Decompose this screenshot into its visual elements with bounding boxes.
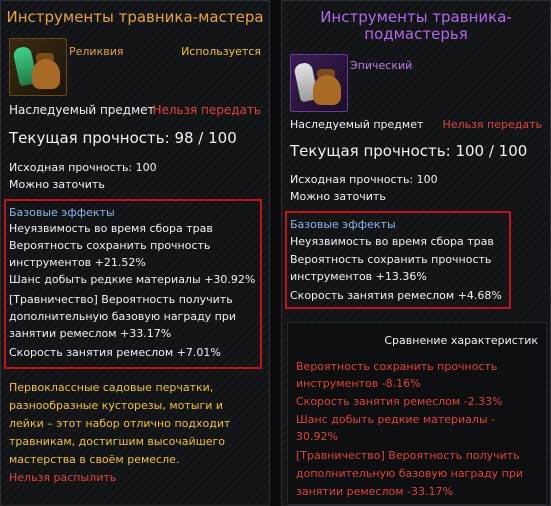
no-disenchant-label: Нельзя распылить (9, 471, 117, 484)
effect-line: занятии ремеслом +33.17% (9, 327, 172, 340)
description-line: лейки – этот набор отлично подходит (9, 417, 231, 430)
effect-line: инструментов +13.36% (290, 270, 427, 283)
comparison-line: инструментов -8.16% (296, 377, 421, 390)
comparison-title: Сравнение характеристик (384, 334, 538, 347)
effect-line: [Травничество] Вероятность получить (9, 293, 233, 306)
sharpen-label: Можно заточить (9, 178, 105, 191)
comparison-line: Вероятность сохранить прочность (296, 360, 498, 373)
base-durability: Исходная прочность: 100 (290, 173, 438, 186)
current-durability: Текущая прочность: 100 / 100 (290, 142, 528, 160)
tooltip-panel-master: Инструменты травника-мастера Реликвия Ис… (0, 0, 270, 506)
comparison-line: 30.92% (296, 430, 338, 443)
comparison-line: [Травничество] Вероятность получить (296, 449, 520, 462)
tooltip-panel-apprentice: Инструменты травника- подмастерья Эпичес… (281, 0, 551, 506)
sharpen-label: Можно заточить (290, 190, 386, 203)
comparison-line: Скорость занятия ремеслом -2.33% (296, 395, 503, 408)
item-title: Инструменты травника-мастера (6, 8, 264, 26)
equipped-status: Используется (181, 45, 261, 58)
rarity-label: Реликвия (69, 45, 124, 58)
effect-line: Скорость занятия ремеслом +4.68% (290, 289, 502, 302)
inherited-label: Наследуемый предмет (290, 118, 424, 131)
current-durability: Текущая прочность: 98 / 100 (9, 129, 237, 147)
comparison-line: дополнительную базовую награду при (296, 467, 523, 480)
description-line: Первоклассные садовые перчатки, (9, 381, 214, 394)
effects-title: Базовые эффекты (9, 206, 115, 219)
herbalist-tools-epic-icon (290, 54, 348, 112)
description-line: мастерства в своём ремесле. (9, 453, 180, 466)
comparison-line: занятии ремеслом -33.17% (296, 485, 453, 498)
effect-line: Неуязвимость во время сбора трав (9, 222, 213, 235)
base-durability: Исходная прочность: 100 (9, 161, 157, 174)
effect-line: Вероятность сохранить прочность (9, 239, 211, 252)
inherited-label: Наследуемый предмет (9, 103, 155, 117)
effect-line: Шанс добыть редкие материалы +30.92% (9, 273, 256, 286)
comparison-line: Шанс добыть редкие материалы - (296, 413, 496, 426)
effects-title: Базовые эффекты (290, 218, 396, 231)
effect-line: Вероятность сохранить прочность (290, 253, 492, 266)
effect-line: Неуязвимость во время сбора трав (290, 235, 494, 248)
description-line: травникам, достигшим высочайшего (9, 435, 226, 448)
item-title-line1: Инструменты травника- (320, 8, 512, 26)
herbalist-tools-legendary-icon (9, 38, 67, 96)
description-line: разнообразные кусторезы, мотыги и (9, 399, 224, 412)
no-transfer-label: Нельзя передать (152, 103, 261, 117)
no-transfer-label: Нельзя передать (442, 118, 542, 131)
effect-line: инструментов +21.52% (9, 256, 146, 269)
effect-line: дополнительную базовую награду при (9, 310, 236, 323)
item-title-line2: подмастерья (364, 25, 468, 43)
effect-line: Скорость занятия ремеслом +7.01% (9, 346, 221, 359)
rarity-label: Эпический (350, 59, 413, 72)
stat-comparison-box: Сравнение характеристик Вероятность сохр… (287, 322, 547, 505)
